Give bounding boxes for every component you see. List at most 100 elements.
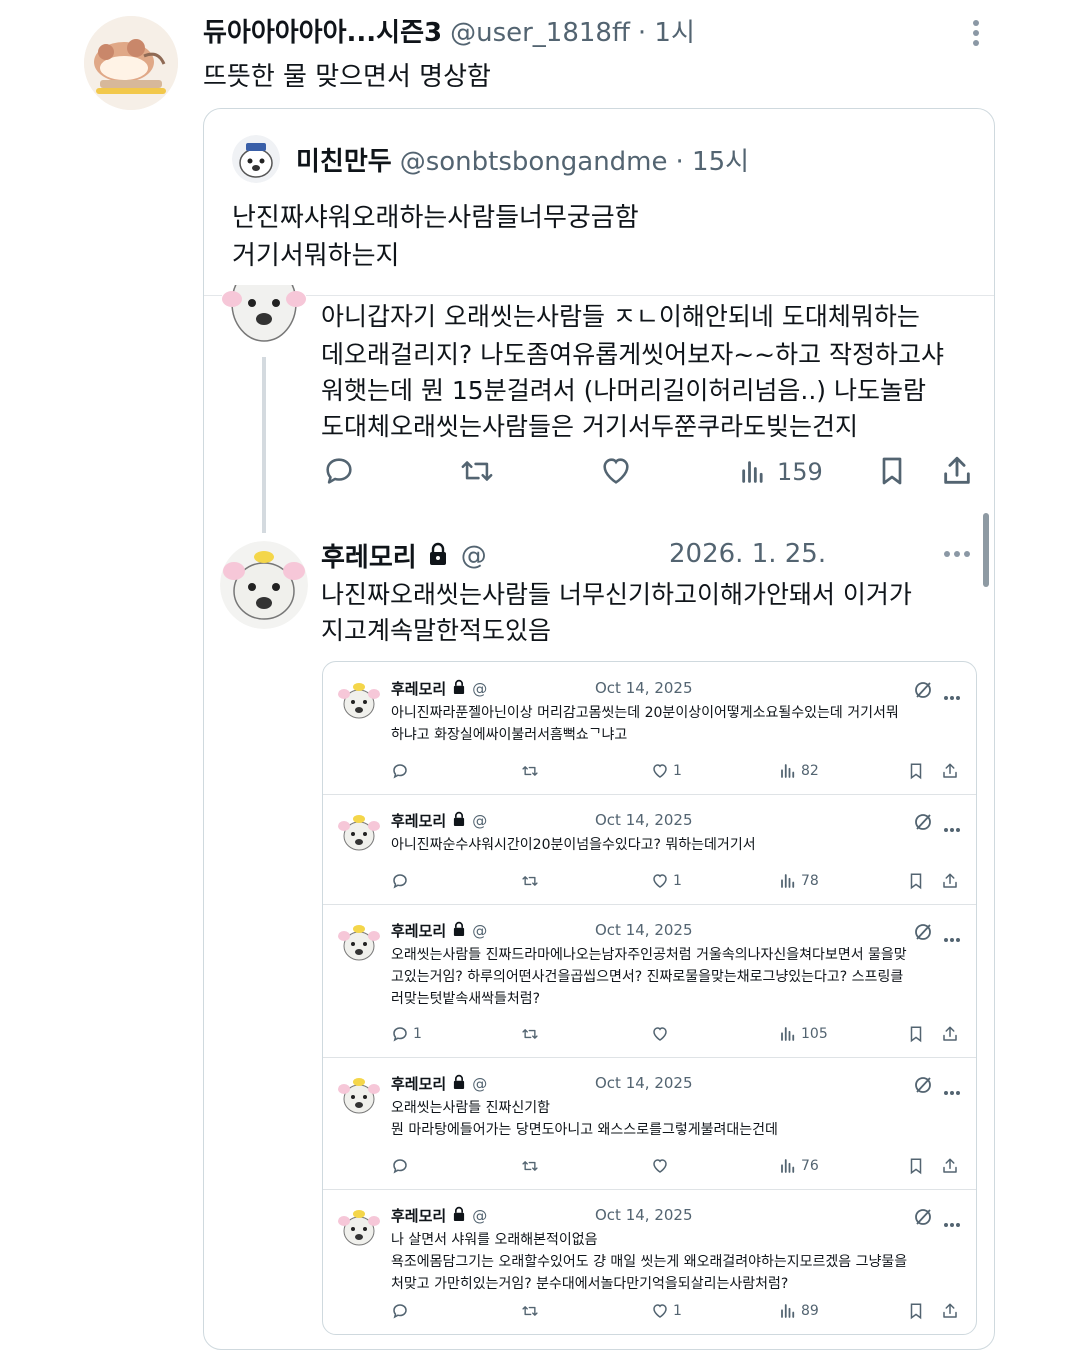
repost-button[interactable] <box>521 1025 539 1043</box>
like-button[interactable] <box>651 1157 673 1175</box>
embedded-handle[interactable]: @ <box>472 1207 487 1225</box>
main-time[interactable]: · 1시 <box>638 12 695 49</box>
share-button[interactable] <box>941 872 959 890</box>
views-count: 76 <box>801 1158 819 1174</box>
grok-icon[interactable] <box>913 1207 933 1231</box>
embedded-display-name[interactable]: 후레모리 <box>391 678 446 699</box>
reply-more-icon[interactable] <box>942 549 972 559</box>
embedded-display-name[interactable]: 후레모리 <box>391 810 446 831</box>
grok-icon[interactable] <box>913 680 933 704</box>
embedded-display-name[interactable]: 후레모리 <box>391 1073 446 1094</box>
embedded-text-line: 오래씻는사람들 진짜드라마에나오는남자주인공처럼 거울속의나자신을쳐다보면서 물… <box>391 947 907 963</box>
like-button[interactable] <box>651 1025 673 1043</box>
embedded-post[interactable]: 후레모리 @ Oct 14, 2025 오래씻는사람들 진짜드라마에나오는남자주인공처… <box>323 904 976 1057</box>
embedded-post[interactable]: 후레모리 @ Oct 14, 2025 아니진짜라푼젤아닌이상 머리감고몸씻는데 20… <box>323 662 976 794</box>
heart-icon <box>603 458 629 484</box>
main-handle[interactable]: @user_1818ff <box>450 18 630 48</box>
scrollbar-thumb[interactable] <box>983 513 989 587</box>
main-avatar[interactable] <box>84 16 178 110</box>
bookmark-button[interactable] <box>907 762 925 780</box>
views-button[interactable]: 105 <box>779 1025 828 1043</box>
reply-avatar <box>220 541 308 629</box>
embedded-post-header: 후레모리 @ <box>391 810 487 831</box>
more-icon[interactable] <box>943 1081 961 1100</box>
quoted-time[interactable]: · 15시 <box>676 141 750 178</box>
more-icon[interactable] <box>943 1213 961 1232</box>
more-icon[interactable] <box>943 818 961 837</box>
share-button[interactable] <box>941 1157 959 1175</box>
more-options-icon[interactable] <box>966 18 986 48</box>
embedded-display-name[interactable]: 후레모리 <box>391 1205 446 1226</box>
embedded-post[interactable]: 후레모리 @ Oct 14, 2025 나 살면서 샤워를 오래해본적이없음 욕조에몸담… <box>323 1189 976 1334</box>
views-button[interactable]: 78 <box>779 872 819 890</box>
share-button[interactable] <box>941 762 959 780</box>
embedded-handle[interactable]: @ <box>472 1075 487 1093</box>
quoted-avatar[interactable] <box>232 135 280 183</box>
thread-reply-button[interactable] <box>322 454 356 488</box>
main-post-text: 뜨뜻한 물 맞으면서 명상함 <box>203 62 491 92</box>
share-button[interactable] <box>941 1025 959 1043</box>
reply-button[interactable] <box>391 872 413 890</box>
reply-text-line-2: 지고계속말한적도있음 <box>321 616 552 645</box>
thread-bookmark-button[interactable] <box>876 454 908 488</box>
repost-button[interactable] <box>521 762 539 780</box>
thread-repost-button[interactable] <box>458 454 496 488</box>
embedded-post[interactable]: 후레모리 @ Oct 14, 2025 아니진짜순수샤워시간이20분이넘을수있다고? … <box>323 794 976 904</box>
post-divider <box>323 904 976 905</box>
more-icon[interactable] <box>943 928 961 947</box>
main-display-name[interactable]: 듀아아아아아...시즌3 <box>203 12 442 49</box>
thread-like-button[interactable] <box>598 454 634 488</box>
reply-button[interactable] <box>391 1302 413 1320</box>
lock-icon <box>452 1074 466 1094</box>
lock-icon <box>452 1206 466 1226</box>
like-button[interactable]: 1 <box>651 762 682 780</box>
views-count: 89 <box>801 1303 819 1319</box>
bookmark-button[interactable] <box>907 1025 925 1043</box>
lock-icon <box>452 811 466 831</box>
embedded-handle[interactable]: @ <box>472 922 487 940</box>
embedded-avatar <box>337 1073 381 1117</box>
repost-button[interactable] <box>521 1302 539 1320</box>
reply-icon <box>393 874 407 889</box>
reply-button[interactable] <box>391 1157 413 1175</box>
thread-views-button[interactable]: 159 <box>739 457 823 487</box>
embedded-text-line: 오래씻는사람들 진짜신기함 <box>391 1100 551 1116</box>
embedded-post[interactable]: 후레모리 @ Oct 14, 2025 오래씻는사람들 진짜신기함 뭔 마라탕에들어가는… <box>323 1057 976 1189</box>
share-button[interactable] <box>941 1302 959 1320</box>
thread-share-button[interactable] <box>940 454 974 488</box>
reply-button[interactable] <box>391 762 413 780</box>
repost-button[interactable] <box>521 1157 539 1175</box>
bookmark-button[interactable] <box>907 1302 925 1320</box>
heart-icon <box>653 1304 667 1318</box>
reply-header: 후레모리 @ <box>321 537 487 574</box>
embedded-text-line: 처맞고 가만히있는거임? 분수대에서놀다만기억을되살리는사람처럼? <box>391 1276 789 1292</box>
repost-button[interactable] <box>521 872 539 890</box>
share-icon <box>943 763 957 778</box>
lock-icon <box>452 921 466 941</box>
reply-display-name[interactable]: 후레모리 <box>321 537 417 574</box>
embedded-post-header: 후레모리 @ <box>391 1205 487 1226</box>
reply-button[interactable]: 1 <box>391 1025 422 1043</box>
reply-handle[interactable]: @ <box>461 541 487 571</box>
quoted-handle[interactable]: @sonbtsbongandme <box>400 147 668 177</box>
views-button[interactable]: 76 <box>779 1157 819 1175</box>
grok-icon[interactable] <box>913 1075 933 1099</box>
share-icon <box>944 456 970 484</box>
like-button[interactable]: 1 <box>651 1302 682 1320</box>
grok-icon[interactable] <box>913 812 933 836</box>
bookmark-button[interactable] <box>907 1157 925 1175</box>
views-icon <box>781 764 795 778</box>
thread-text-line-4: 도대체오래씻는사람들은 거기서두쭌쿠라도빚는건지 <box>321 412 858 441</box>
embedded-display-name[interactable]: 후레모리 <box>391 920 446 941</box>
views-button[interactable]: 82 <box>779 762 819 780</box>
like-button[interactable]: 1 <box>651 872 682 890</box>
quoted-display-name[interactable]: 미친만두 <box>296 141 392 178</box>
embedded-handle[interactable]: @ <box>472 680 487 698</box>
repost-icon <box>522 1306 538 1316</box>
bookmark-button[interactable] <box>907 872 925 890</box>
embedded-handle[interactable]: @ <box>472 812 487 830</box>
grok-icon[interactable] <box>913 922 933 946</box>
views-button[interactable]: 89 <box>779 1302 819 1320</box>
quoted-post-card[interactable]: 미친만두 @sonbtsbongandme · 15시 난진짜샤워오래하는사람들… <box>203 108 995 1350</box>
more-icon[interactable] <box>943 686 961 705</box>
